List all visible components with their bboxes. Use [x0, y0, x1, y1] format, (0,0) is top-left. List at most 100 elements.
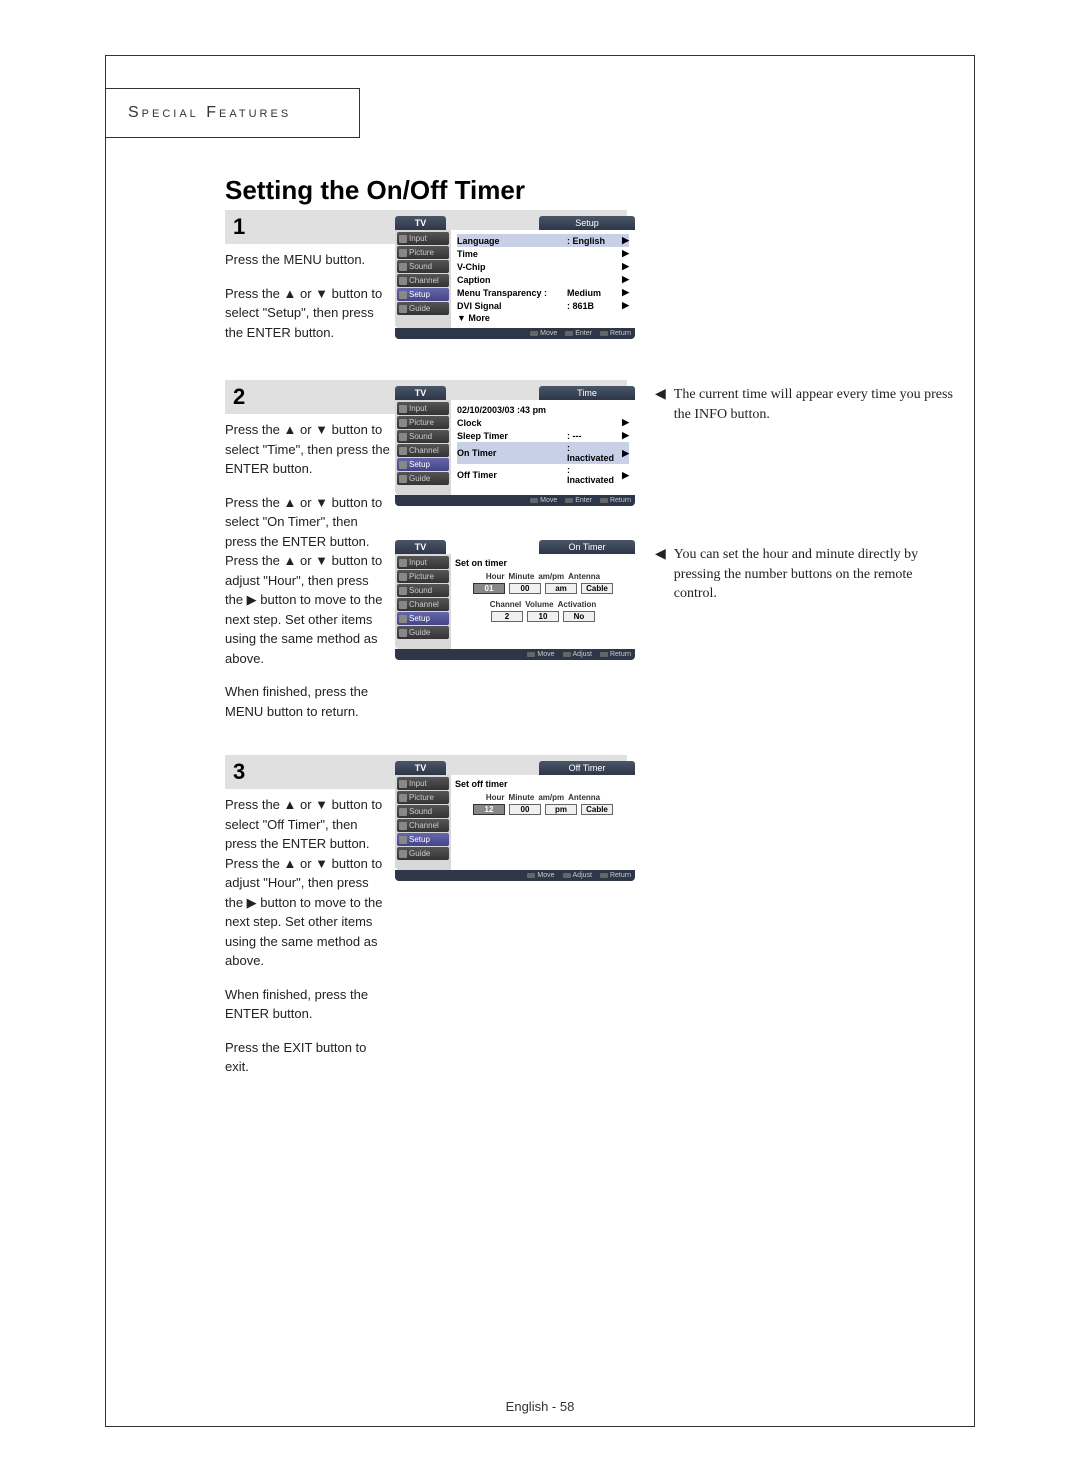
osd-sidebar: Input Picture Sound Channel Setup Guide	[395, 230, 451, 328]
sidebar-item: Input	[397, 777, 449, 790]
osd-footer: Move Adjust Return	[395, 649, 635, 660]
hint: Return	[600, 872, 631, 879]
instruction: Press the ▲ or ▼ button to select "On Ti…	[225, 493, 390, 669]
osd-sidebar: Input Picture Sound Channel Setup Guide	[395, 775, 451, 870]
antenna-value: Cable	[581, 804, 613, 815]
osd-sidebar: Input Picture Sound Channel Setup Guide	[395, 400, 451, 495]
page-footer: English - 58	[0, 1399, 1080, 1414]
menu-row: ▼ More	[457, 312, 629, 324]
hint: Move	[527, 651, 554, 658]
sidebar-item: Setup	[397, 612, 449, 625]
sidebar-item: Picture	[397, 246, 449, 259]
instruction: Press the EXIT button to exit.	[225, 1038, 390, 1077]
hint: Enter	[565, 497, 592, 504]
osd-time: TV Time Input Picture Sound Channel Setu…	[395, 386, 635, 506]
osd-footer: Move Enter Return	[395, 495, 635, 506]
hint: Move	[530, 330, 557, 337]
hour-value: 01	[473, 583, 505, 594]
sidebar-item: Input	[397, 402, 449, 415]
activation-value: No	[563, 611, 595, 622]
sidebar-item: Input	[397, 232, 449, 245]
step-text: Press the ▲ or ▼ button to select "Off T…	[225, 795, 390, 1077]
step-text: Press the MENU button. Press the ▲ or ▼ …	[225, 250, 390, 342]
instruction: Press the ▲ or ▼ button to select "Time"…	[225, 420, 390, 479]
timer-title: Set on timer	[455, 558, 631, 568]
osd-title-tab: Time	[539, 386, 635, 400]
volume-value: 10	[527, 611, 559, 622]
section-header-box: Special Features	[105, 88, 360, 138]
sidebar-item: Channel	[397, 274, 449, 287]
sidebar-item: Setup	[397, 458, 449, 471]
side-note-numbers: ◀ You can set the hour and minute direct…	[655, 545, 955, 604]
osd-tv-tab: TV	[395, 386, 446, 400]
instruction: Press the ▲ or ▼ button to select "Off T…	[225, 795, 390, 971]
osd-tv-tab: TV	[395, 216, 446, 230]
osd-title-tab: On Timer	[539, 540, 635, 554]
sidebar-item: Guide	[397, 847, 449, 860]
note-text: The current time will appear every time …	[674, 385, 955, 424]
sidebar-item: Channel	[397, 819, 449, 832]
minute-value: 00	[509, 804, 541, 815]
osd-title-tab: Setup	[539, 216, 635, 230]
menu-row: On Timer: Inactivated▶	[457, 442, 629, 464]
menu-row: V-Chip▶	[457, 260, 629, 273]
sidebar-item: Sound	[397, 430, 449, 443]
menu-row: Menu Transparency :Medium▶	[457, 286, 629, 299]
menu-row: Caption▶	[457, 273, 629, 286]
instruction: When finished, press the MENU button to …	[225, 682, 390, 721]
hint: Return	[600, 330, 631, 337]
sidebar-item: Sound	[397, 260, 449, 273]
timer-panel: Set off timer Hour Minute am/pm Antenna …	[451, 775, 635, 870]
sidebar-item: Setup	[397, 833, 449, 846]
section-header: Special Features	[128, 104, 291, 122]
osd-setup: TV Setup Input Picture Sound Channel Set…	[395, 216, 635, 339]
osd-tv-tab: TV	[395, 540, 446, 554]
hint: Return	[600, 651, 631, 658]
menu-row: Clock▶	[457, 416, 629, 429]
hint: Move	[527, 872, 554, 879]
timer-panel: Set on timer Hour Minute am/pm Antenna 0…	[451, 554, 635, 649]
osd-main: Language: English▶ Time▶ V-Chip▶ Caption…	[451, 230, 635, 328]
timer-title: Set off timer	[455, 779, 631, 789]
hour-value: 12	[473, 804, 505, 815]
ampm-value: am	[545, 583, 577, 594]
minute-value: 00	[509, 583, 541, 594]
osd-footer: Move Adjust Return	[395, 870, 635, 881]
osd-on-timer: TV On Timer Input Picture Sound Channel …	[395, 540, 635, 660]
menu-row: Sleep Timer: ---▶	[457, 429, 629, 442]
instruction: Press the ▲ or ▼ button to select "Setup…	[225, 284, 390, 343]
osd-main: 02/10/2003/03 :43 pm Clock▶ Sleep Timer:…	[451, 400, 635, 495]
datetime: 02/10/2003/03 :43 pm	[457, 404, 629, 416]
antenna-value: Cable	[581, 583, 613, 594]
hint: Adjust	[563, 651, 592, 658]
sidebar-item: Sound	[397, 805, 449, 818]
menu-row: DVI Signal: 861B▶	[457, 299, 629, 312]
ampm-value: pm	[545, 804, 577, 815]
sidebar-item: Setup	[397, 288, 449, 301]
hint: Enter	[565, 330, 592, 337]
channel-value: 2	[491, 611, 523, 622]
triangle-left-icon: ◀	[655, 545, 666, 604]
menu-row: Off Timer: Inactivated▶	[457, 464, 629, 486]
hint: Return	[600, 497, 631, 504]
step-3: 3 Press the ▲ or ▼ button to select "Off…	[225, 755, 965, 1091]
sidebar-item: Picture	[397, 791, 449, 804]
triangle-left-icon: ◀	[655, 385, 666, 424]
osd-title-tab: Off Timer	[539, 761, 635, 775]
step-text: Press the ▲ or ▼ button to select "Time"…	[225, 420, 390, 721]
osd-tv-tab: TV	[395, 761, 446, 775]
sidebar-item: Picture	[397, 416, 449, 429]
sidebar-item: Guide	[397, 626, 449, 639]
instruction: Press the MENU button.	[225, 250, 390, 270]
osd-off-timer: TV Off Timer Input Picture Sound Channel…	[395, 761, 635, 881]
sidebar-item: Picture	[397, 570, 449, 583]
menu-row: Time▶	[457, 247, 629, 260]
osd-sidebar: Input Picture Sound Channel Setup Guide	[395, 554, 451, 649]
instruction: When finished, press the ENTER button.	[225, 985, 390, 1024]
hint: Adjust	[563, 872, 592, 879]
note-text: You can set the hour and minute directly…	[674, 545, 955, 604]
sidebar-item: Guide	[397, 472, 449, 485]
side-note-info: ◀ The current time will appear every tim…	[655, 385, 955, 424]
osd-footer: Move Enter Return	[395, 328, 635, 339]
sidebar-item: Input	[397, 556, 449, 569]
